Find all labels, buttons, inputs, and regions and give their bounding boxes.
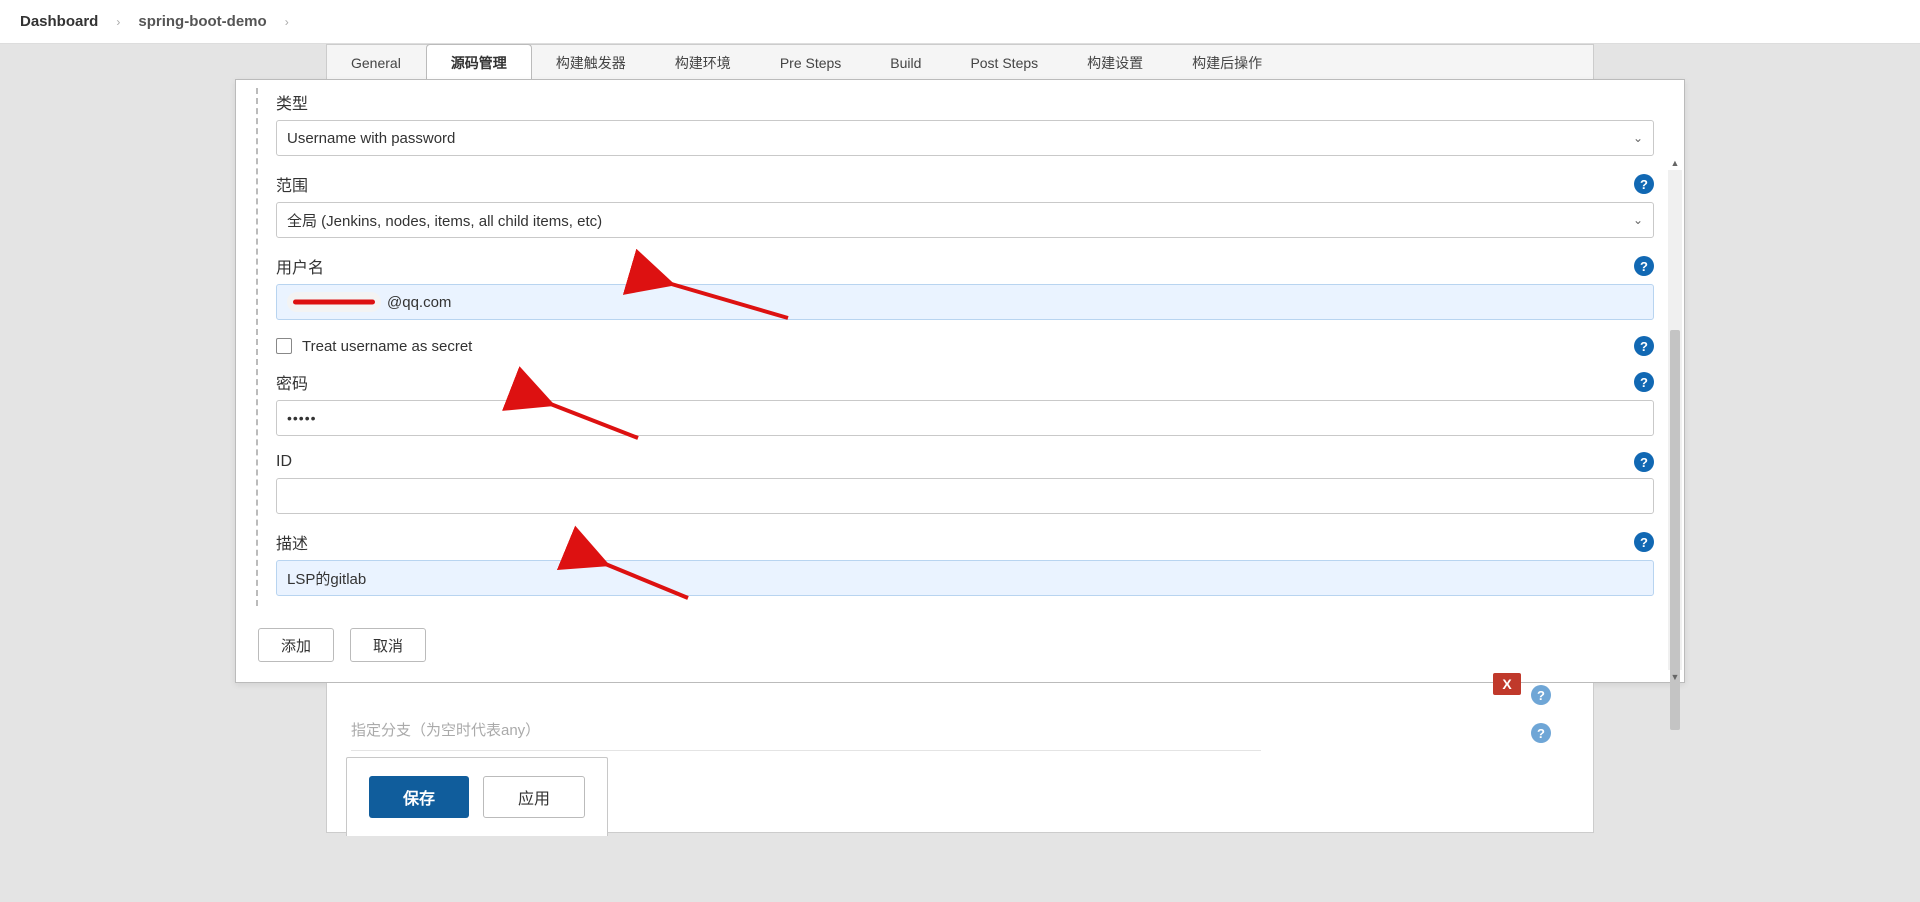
tab-scm[interactable]: 源码管理 [426, 44, 532, 81]
help-icon[interactable]: ? [1634, 452, 1654, 472]
username-label: 用户名 [276, 254, 324, 278]
delete-branch-button[interactable]: X [1493, 673, 1521, 695]
description-value: LSP的gitlab [287, 568, 366, 589]
tab-settings[interactable]: 构建设置 [1063, 45, 1168, 80]
help-icon[interactable]: ? [1634, 256, 1654, 276]
redacted-username [287, 292, 381, 312]
id-label: ID [276, 453, 292, 471]
help-icon[interactable]: ? [1634, 336, 1654, 356]
id-input[interactable] [276, 478, 1654, 514]
description-input[interactable]: LSP的gitlab [276, 560, 1654, 596]
type-select-value: Username with password [287, 130, 455, 147]
type-label: 类型 [276, 90, 308, 114]
help-icon[interactable]: ? [1634, 532, 1654, 552]
apply-button[interactable]: 应用 [483, 776, 585, 818]
branch-specifier-label: 指定分支（为空时代表any） [351, 719, 540, 740]
description-label: 描述 [276, 530, 308, 554]
help-icon[interactable]: ? [1531, 723, 1551, 743]
help-icon[interactable]: ? [1634, 174, 1654, 194]
scope-select-value: 全局 (Jenkins, nodes, items, all child ite… [287, 210, 602, 231]
breadcrumb-sep-icon: › [285, 15, 289, 29]
username-input[interactable]: @qq.com [276, 284, 1654, 320]
breadcrumb-sep-icon: › [116, 15, 120, 29]
scope-label: 范围 [276, 172, 308, 196]
breadcrumb: Dashboard › spring-boot-demo › [0, 0, 1920, 44]
help-icon[interactable]: ? [1634, 372, 1654, 392]
help-icon[interactable]: ? [1531, 685, 1551, 705]
breadcrumb-dashboard[interactable]: Dashboard [20, 13, 98, 30]
save-button[interactable]: 保存 [369, 776, 469, 818]
password-input[interactable]: ••••• [276, 400, 1654, 436]
tab-general[interactable]: General [327, 45, 426, 80]
cancel-button[interactable]: 取消 [350, 628, 426, 662]
tab-postactions[interactable]: 构建后操作 [1168, 45, 1287, 80]
username-suffix: @qq.com [387, 294, 451, 311]
breadcrumb-project[interactable]: spring-boot-demo [138, 13, 266, 30]
tab-triggers[interactable]: 构建触发器 [532, 45, 651, 80]
add-credentials-button[interactable]: 添加 [258, 628, 334, 662]
password-value: ••••• [287, 410, 317, 426]
scroll-up-icon[interactable]: ▲ [1668, 156, 1682, 170]
modal-scrollbar-track[interactable]: ▲ ▼ [1668, 170, 1682, 670]
password-label: 密码 [276, 370, 308, 394]
config-tabs: General 源码管理 构建触发器 构建环境 Pre Steps Build … [326, 44, 1594, 80]
tab-poststeps[interactable]: Post Steps [946, 45, 1063, 80]
tab-build[interactable]: Build [866, 45, 946, 80]
scope-select[interactable]: 全局 (Jenkins, nodes, items, all child ite… [276, 202, 1654, 238]
type-select[interactable]: Username with password ⌄ [276, 120, 1654, 156]
treat-secret-label: Treat username as secret [302, 338, 472, 355]
treat-secret-checkbox[interactable] [276, 338, 292, 354]
chevron-down-icon: ⌄ [1633, 131, 1643, 145]
tab-presteps[interactable]: Pre Steps [756, 45, 866, 80]
chevron-down-icon: ⌄ [1633, 213, 1643, 227]
tab-env[interactable]: 构建环境 [651, 45, 756, 80]
add-credentials-dialog: 类型 Username with password ⌄ 范围 ? [235, 79, 1685, 683]
scroll-down-icon[interactable]: ▼ [1668, 670, 1682, 684]
footer-actions: 保存 应用 [346, 757, 608, 836]
